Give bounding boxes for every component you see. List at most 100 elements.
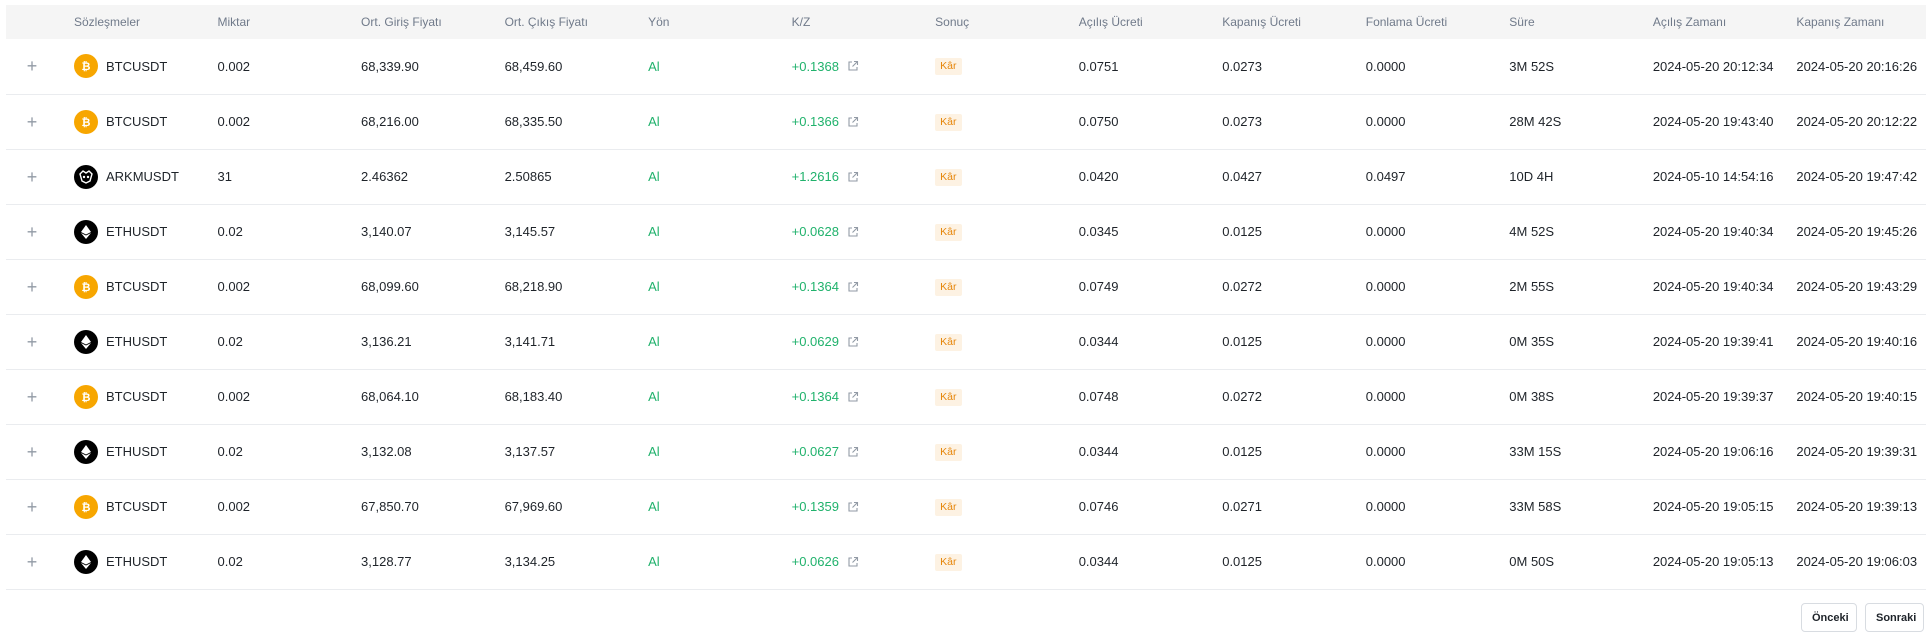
avg-entry-price-cell: 3,140.07 [361, 224, 412, 239]
avg-exit-price-cell: 3,137.57 [504, 444, 556, 459]
result-badge: Kâr [935, 168, 962, 186]
close-time-cell: 2024-05-20 19:40:16 [1796, 334, 1918, 349]
external-link-icon[interactable] [847, 116, 859, 128]
close-fee-cell: 0.0427 [1222, 169, 1262, 184]
pnl-cell: +0.1368 [778, 39, 922, 94]
external-link-icon[interactable] [847, 281, 859, 293]
open-time-cell: 2024-05-20 20:12:34 [1652, 58, 1774, 74]
result-badge: Kâr [935, 333, 962, 351]
close-time-cell: 2024-05-20 19:06:03 [1796, 554, 1918, 569]
quantity-cell: 0.002 [217, 499, 251, 514]
table-row: + ETHUSDT 0.02 3,140.07 3,145.57 Al +0.0628 Kâr… [6, 204, 1926, 259]
contract-symbol: ETHUSDT [105, 444, 168, 459]
plus-icon[interactable]: + [22, 277, 42, 297]
plus-icon[interactable]: + [22, 332, 42, 352]
table-row: + ETHUSDT 0.02 3,128.77 3,134.25 Al +0.0626 Kâr… [6, 534, 1926, 589]
pnl-value: +0.0629 [791, 334, 839, 349]
row-expand-cell: + [6, 204, 60, 259]
quantity-cell: 31 [217, 169, 232, 184]
open-time-cell: 2024-05-20 19:05:15 [1652, 499, 1774, 514]
avg-entry-price-cell: 67,850.70 [361, 499, 419, 514]
contract-cell: ETHUSDT [60, 204, 204, 259]
pnl-cell: +0.0629 [778, 314, 922, 369]
close-fee-cell: 0.0272 [1222, 389, 1262, 404]
duration-cell: 0M 50S [1509, 554, 1555, 569]
pagination: Önceki Sonraki [1801, 603, 1924, 632]
header-quantity: Miktar [217, 15, 251, 29]
close-fee-cell: 0.0125 [1222, 554, 1262, 569]
external-link-icon[interactable] [847, 336, 859, 348]
open-fee-cell: 0.0750 [1078, 114, 1119, 129]
result-badge: Kâr [935, 113, 962, 131]
pnl-value: +0.1364 [791, 279, 839, 294]
avg-exit-price-cell: 3,145.57 [504, 224, 556, 239]
result-cell: Kâr [921, 204, 1065, 259]
header-close-time: Kapanış Zamanı [1796, 15, 1885, 29]
duration-cell: 33M 58S [1509, 499, 1562, 514]
funding-fee-cell: 0.0000 [1365, 499, 1406, 514]
contract-symbol: BTCUSDT [105, 114, 168, 129]
plus-icon[interactable]: + [22, 56, 42, 76]
pnl-value: +0.1364 [791, 389, 839, 404]
contract-cell: ETHUSDT [60, 534, 204, 589]
header-avg-entry-price: Ort. Giriş Fiyatı [361, 15, 442, 29]
header-funding-fee: Fonlama Ücreti [1365, 15, 1448, 29]
plus-icon[interactable]: + [22, 442, 42, 462]
external-link-icon[interactable] [847, 226, 859, 238]
table-row: + ETHUSDT 0.02 3,132.08 3,137.57 Al +0.0627 Kâr… [6, 424, 1926, 479]
external-link-icon[interactable] [847, 171, 859, 183]
avg-exit-price-cell: 2.50865 [504, 169, 552, 184]
external-link-icon[interactable] [847, 391, 859, 403]
close-time-cell: 2024-05-20 19:40:15 [1796, 389, 1918, 404]
close-fee-cell: 0.0273 [1222, 58, 1262, 74]
svg-text:₿: ₿ [81, 501, 90, 514]
open-fee-cell: 0.0749 [1078, 279, 1119, 294]
table-row: + ₿ BTCUSDT 0.002 67,850.70 67,969.60 Al +0.135… [6, 479, 1926, 534]
quantity-cell: 0.02 [217, 224, 243, 239]
btc-icon: ₿ [73, 494, 98, 519]
pnl-value: +0.0626 [791, 554, 839, 569]
plus-icon[interactable]: + [22, 112, 42, 132]
contract-symbol: ETHUSDT [105, 554, 168, 569]
next-page-button[interactable]: Sonraki [1865, 603, 1924, 632]
plus-icon[interactable]: + [22, 387, 42, 407]
external-link-icon[interactable] [847, 60, 859, 72]
funding-fee-cell: 0.0000 [1365, 114, 1406, 129]
external-link-icon[interactable] [847, 501, 859, 513]
row-expand-cell: + [6, 39, 60, 94]
close-fee-cell: 0.0125 [1222, 444, 1262, 459]
result-cell: Kâr [921, 259, 1065, 314]
pnl-cell: +0.1366 [778, 94, 922, 149]
duration-cell: 4M 52S [1509, 224, 1555, 239]
plus-icon[interactable]: + [22, 552, 42, 572]
result-badge: Kâr [935, 58, 962, 76]
eth-icon [73, 439, 98, 464]
close-time-cell: 2024-05-20 19:43:29 [1796, 279, 1918, 294]
previous-page-button[interactable]: Önceki [1801, 603, 1857, 632]
plus-icon[interactable]: + [22, 222, 42, 242]
svg-text:₿: ₿ [81, 60, 90, 73]
plus-icon[interactable]: + [22, 167, 42, 187]
quantity-cell: 0.002 [217, 389, 251, 404]
contract-symbol: BTCUSDT [105, 58, 168, 74]
plus-icon[interactable]: + [22, 497, 42, 517]
close-fee-cell: 0.0273 [1222, 114, 1262, 129]
direction-cell: Al [648, 279, 660, 294]
contract-symbol: ETHUSDT [105, 224, 168, 239]
position-history-table-container: Sözleşmeler Miktar Ort. Giriş Fiyatı Ort… [6, 5, 1926, 590]
direction-cell: Al [648, 58, 660, 74]
avg-exit-price-cell: 68,459.60 [504, 58, 563, 74]
external-link-icon[interactable] [847, 556, 859, 568]
external-link-icon[interactable] [847, 446, 859, 458]
eth-icon [73, 219, 98, 244]
pnl-cell: +0.1364 [778, 369, 922, 424]
direction-cell: Al [648, 444, 660, 459]
svg-text:₿: ₿ [81, 281, 90, 294]
header-contracts: Sözleşmeler [73, 15, 140, 29]
open-fee-cell: 0.0751 [1078, 58, 1119, 74]
result-badge: Kâr [935, 278, 962, 296]
result-badge: Kâr [935, 443, 962, 461]
result-badge: Kâr [935, 388, 962, 406]
header-expand [6, 5, 60, 39]
header-direction: Yön [648, 15, 670, 29]
